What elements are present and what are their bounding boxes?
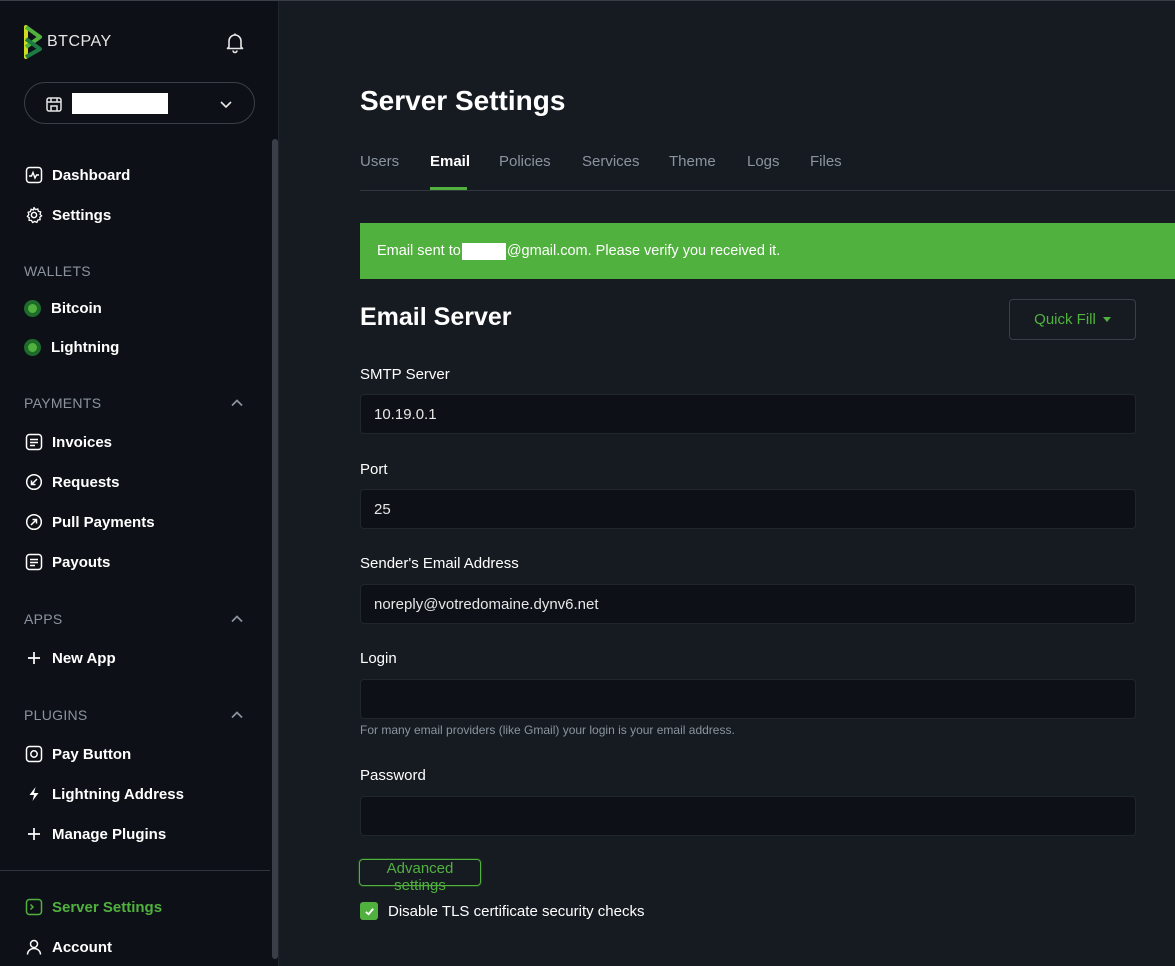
sidebar-item-label: Manage Plugins bbox=[52, 825, 167, 843]
quick-fill-button[interactable]: Quick Fill bbox=[1009, 299, 1136, 340]
alert-text-suffix: @gmail.com. Please verify you received i… bbox=[506, 243, 781, 259]
active-tab-indicator bbox=[430, 187, 467, 190]
lightning-icon bbox=[24, 784, 44, 804]
settings-tabs: Users Email Policies Services Theme Logs… bbox=[360, 150, 1175, 191]
advanced-settings-button[interactable]: Advanced settings bbox=[359, 859, 481, 894]
sidebar-item-label: Pull Payments bbox=[52, 513, 155, 531]
sidebar-item-label: Lightning Address bbox=[52, 785, 184, 803]
store-icon bbox=[45, 95, 63, 113]
alert-text-prefix: Email sent to bbox=[377, 243, 461, 259]
apps-section-title: APPS bbox=[24, 611, 63, 627]
sidebar-item-new-app[interactable]: New App bbox=[24, 646, 116, 670]
smtp-server-label: SMTP Server bbox=[360, 366, 450, 383]
email-server-heading: Email Server bbox=[360, 303, 512, 331]
port-input[interactable] bbox=[360, 489, 1136, 529]
tab-theme[interactable]: Theme bbox=[669, 153, 716, 170]
page-title: Server Settings bbox=[360, 85, 566, 116]
login-hint: For many email providers (like Gmail) yo… bbox=[360, 723, 735, 737]
chevron-up-icon[interactable] bbox=[229, 611, 245, 627]
sender-email-label: Sender's Email Address bbox=[360, 555, 519, 572]
plugins-section-title: PLUGINS bbox=[24, 707, 88, 723]
port-label: Port bbox=[360, 461, 388, 478]
chevron-up-icon[interactable] bbox=[229, 707, 245, 723]
payments-section-title: PAYMENTS bbox=[24, 395, 102, 411]
sender-email-input[interactable] bbox=[360, 584, 1136, 624]
invoice-icon bbox=[24, 432, 44, 452]
sidebar-item-manage-plugins[interactable]: Manage Plugins bbox=[24, 822, 166, 846]
tab-email[interactable]: Email bbox=[430, 153, 470, 170]
sidebar-item-pay-button[interactable]: Pay Button bbox=[24, 742, 131, 766]
wallet-status-dot bbox=[24, 299, 41, 317]
sidebar-item-label: Server Settings bbox=[52, 898, 163, 916]
dashboard-icon bbox=[24, 165, 44, 185]
logo-text: BTCPAY bbox=[47, 33, 112, 50]
tls-checkbox[interactable] bbox=[360, 902, 378, 920]
sidebar-item-label: Lightning bbox=[51, 338, 120, 356]
sidebar-item-lightning[interactable]: Lightning bbox=[24, 335, 119, 359]
sidebar-item-lightning-address[interactable]: Lightning Address bbox=[24, 782, 184, 806]
store-selector[interactable] bbox=[24, 82, 255, 124]
sidebar-item-label: Bitcoin bbox=[51, 299, 102, 317]
chevron-down-icon bbox=[219, 97, 233, 111]
smtp-server-input[interactable] bbox=[360, 394, 1136, 434]
sidebar-item-label: New App bbox=[52, 649, 116, 667]
pay-button-icon bbox=[24, 744, 44, 764]
btcpay-logo[interactable]: BTCPAY bbox=[24, 25, 112, 59]
sidebar-item-label: Settings bbox=[52, 206, 112, 224]
sidebar-item-label: Account bbox=[52, 938, 112, 956]
quick-fill-label: Quick Fill bbox=[1034, 311, 1096, 328]
tab-services[interactable]: Services bbox=[582, 153, 640, 170]
sidebar-item-bitcoin[interactable]: Bitcoin bbox=[24, 296, 102, 320]
tab-logs[interactable]: Logs bbox=[747, 153, 780, 170]
sidebar-item-server-settings[interactable]: Server Settings bbox=[24, 895, 162, 919]
sidebar-item-payouts[interactable]: Payouts bbox=[24, 550, 110, 574]
payout-icon bbox=[24, 552, 44, 572]
checkmark-icon bbox=[364, 907, 374, 916]
sidebar-item-invoices[interactable]: Invoices bbox=[24, 430, 112, 454]
sidebar-item-label: Pay Button bbox=[52, 745, 132, 763]
caret-down-icon bbox=[1102, 317, 1111, 322]
redacted-email bbox=[461, 242, 506, 260]
user-icon bbox=[24, 937, 44, 957]
pull-payment-icon bbox=[24, 512, 44, 532]
wallet-status-dot bbox=[24, 338, 41, 356]
tab-users[interactable]: Users bbox=[360, 153, 399, 170]
gear-icon bbox=[24, 205, 44, 225]
tls-check-row[interactable]: Disable TLS certificate security checks bbox=[360, 902, 645, 920]
tab-policies[interactable]: Policies bbox=[499, 153, 551, 170]
sidebar-item-label: Requests bbox=[52, 473, 120, 491]
sidebar-item-pull-payments[interactable]: Pull Payments bbox=[24, 510, 155, 534]
sidebar-item-label: Invoices bbox=[52, 433, 113, 451]
sidebar-item-dashboard[interactable]: Dashboard bbox=[24, 163, 130, 187]
tab-files[interactable]: Files bbox=[810, 153, 842, 170]
sidebar-divider bbox=[0, 870, 270, 871]
notifications-bell-icon[interactable] bbox=[223, 30, 247, 54]
sidebar-item-settings[interactable]: Settings bbox=[24, 203, 111, 227]
login-label: Login bbox=[360, 650, 397, 667]
tls-checkbox-label: Disable TLS certificate security checks bbox=[388, 902, 645, 920]
store-name-redacted bbox=[72, 93, 168, 114]
server-settings-icon bbox=[24, 897, 44, 917]
plus-icon bbox=[24, 648, 44, 668]
plus-icon bbox=[24, 824, 44, 844]
password-label: Password bbox=[360, 767, 426, 784]
sidebar-item-requests[interactable]: Requests bbox=[24, 470, 120, 494]
sidebar-item-label: Dashboard bbox=[52, 166, 131, 184]
password-input[interactable] bbox=[360, 796, 1136, 836]
login-input[interactable] bbox=[360, 679, 1136, 719]
sidebar-item-account[interactable]: Account bbox=[24, 935, 112, 959]
btcpay-logo-icon bbox=[24, 25, 42, 59]
sidebar-scrollbar[interactable] bbox=[272, 139, 278, 959]
sidebar-item-label: Payouts bbox=[52, 553, 111, 571]
request-icon bbox=[24, 472, 44, 492]
sidebar: BTCPAY Dashboard Settings WALLETS Bitcoi… bbox=[0, 1, 279, 966]
chevron-up-icon[interactable] bbox=[229, 395, 245, 411]
success-alert: Email sent to @gmail.com. Please verify y… bbox=[360, 223, 1175, 279]
wallets-section-title: WALLETS bbox=[24, 263, 91, 279]
